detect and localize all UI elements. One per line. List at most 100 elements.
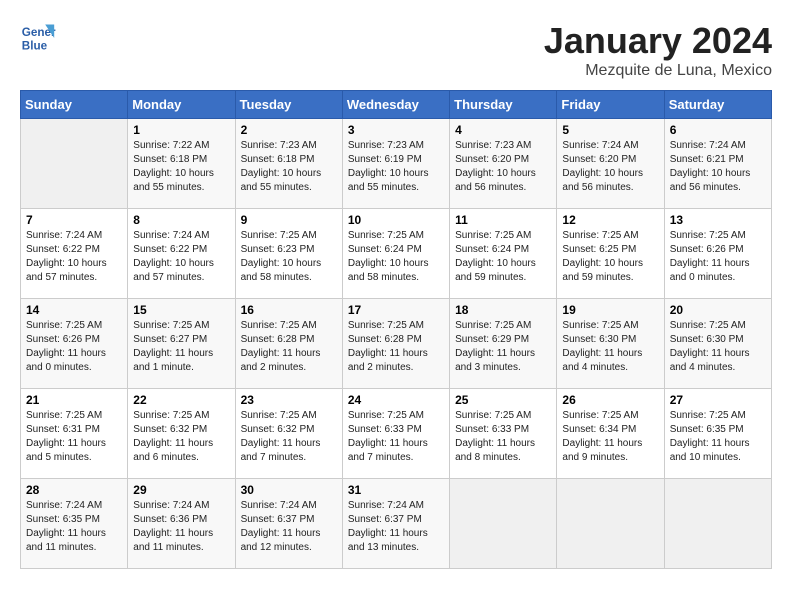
day-info: Sunrise: 7:25 AM Sunset: 6:35 PM Dayligh… (670, 409, 766, 465)
day-info: Sunrise: 7:23 AM Sunset: 6:18 PM Dayligh… (241, 139, 337, 195)
week-row: 7 Sunrise: 7:24 AM Sunset: 6:22 PM Daylig… (21, 209, 772, 299)
day-info: Sunrise: 7:23 AM Sunset: 6:20 PM Dayligh… (455, 139, 551, 195)
day-info: Sunrise: 7:25 AM Sunset: 6:33 PM Dayligh… (348, 409, 444, 465)
calendar-cell: 9Sunrise: 7:25 AM Sunset: 6:23 PM Daylig… (235, 209, 342, 299)
column-header-friday: Friday (557, 91, 664, 119)
calendar-cell: 24 Sunrise: 7:25 AM Sunset: 6:33 PM Dayli… (342, 389, 449, 479)
week-row: 14 Sunrise: 7:25 AM Sunset: 6:26 PM Dayli… (21, 299, 772, 389)
day-number: 10 (348, 213, 444, 227)
calendar-cell: 12 Sunrise: 7:25 AM Sunset: 6:25 PM Dayli… (557, 209, 664, 299)
week-row: 21 Sunrise: 7:25 AM Sunset: 6:31 PM Dayli… (21, 389, 772, 479)
day-info: Sunrise: 7:24 AM Sunset: 6:21 PM Dayligh… (670, 139, 766, 195)
day-info: Sunrise: 7:25 AM Sunset: 6:30 PM Dayligh… (562, 319, 658, 375)
calendar-table: SundayMondayTuesdayWednesdayThursdayFrid… (20, 90, 772, 569)
day-info: Sunrise: 7:25 AM Sunset: 6:29 PM Dayligh… (455, 319, 551, 375)
calendar-cell: 5 Sunrise: 7:24 AM Sunset: 6:20 PM Daylig… (557, 119, 664, 209)
calendar-cell: 3 Sunrise: 7:23 AM Sunset: 6:19 PM Daylig… (342, 119, 449, 209)
calendar-cell: 7 Sunrise: 7:24 AM Sunset: 6:22 PM Daylig… (21, 209, 128, 299)
day-info: Sunrise: 7:25 AM Sunset: 6:32 PM Dayligh… (241, 409, 337, 465)
calendar-subtitle: Mezquite de Luna, Mexico (544, 62, 772, 80)
day-number: 25 (455, 393, 551, 407)
day-number: 27 (670, 393, 766, 407)
day-info: Sunrise: 7:24 AM Sunset: 6:37 PM Dayligh… (348, 499, 444, 555)
calendar-cell: 23 Sunrise: 7:25 AM Sunset: 6:32 PM Dayli… (235, 389, 342, 479)
day-number: 17 (348, 303, 444, 317)
day-info: Sunrise: 7:24 AM Sunset: 6:37 PM Dayligh… (241, 499, 337, 555)
calendar-cell: 8Sunrise: 7:24 AM Sunset: 6:22 PM Daylig… (128, 209, 235, 299)
day-number: 19 (562, 303, 658, 317)
day-info: Sunrise: 7:24 AM Sunset: 6:36 PM Dayligh… (133, 499, 229, 555)
calendar-cell: 18 Sunrise: 7:25 AM Sunset: 6:29 PM Dayli… (450, 299, 557, 389)
day-number: 22 (133, 393, 229, 407)
calendar-cell: 2 Sunrise: 7:23 AM Sunset: 6:18 PM Daylig… (235, 119, 342, 209)
day-number: 31 (348, 483, 444, 497)
day-number: 6 (670, 123, 766, 137)
day-info: Sunrise: 7:25 AM Sunset: 6:25 PM Dayligh… (562, 229, 658, 285)
day-number: 23 (241, 393, 337, 407)
day-number: 5 (562, 123, 658, 137)
day-number: 3 (348, 123, 444, 137)
calendar-cell: 14 Sunrise: 7:25 AM Sunset: 6:26 PM Dayli… (21, 299, 128, 389)
column-header-monday: Monday (128, 91, 235, 119)
day-number: 28 (26, 483, 122, 497)
column-header-thursday: Thursday (450, 91, 557, 119)
day-number: 1 (133, 123, 229, 137)
calendar-cell: 20Sunrise: 7:25 AM Sunset: 6:30 PM Dayli… (664, 299, 771, 389)
calendar-cell: 28 Sunrise: 7:24 AM Sunset: 6:35 PM Dayli… (21, 479, 128, 569)
day-info: Sunrise: 7:24 AM Sunset: 6:20 PM Dayligh… (562, 139, 658, 195)
calendar-cell: 15Sunrise: 7:25 AM Sunset: 6:27 PM Dayli… (128, 299, 235, 389)
day-info: Sunrise: 7:25 AM Sunset: 6:23 PM Dayligh… (241, 229, 337, 285)
calendar-cell (450, 479, 557, 569)
day-info: Sunrise: 7:25 AM Sunset: 6:33 PM Dayligh… (455, 409, 551, 465)
day-number: 12 (562, 213, 658, 227)
logo-icon: General Blue (20, 20, 56, 56)
day-info: Sunrise: 7:23 AM Sunset: 6:19 PM Dayligh… (348, 139, 444, 195)
day-number: 2 (241, 123, 337, 137)
day-info: Sunrise: 7:24 AM Sunset: 6:22 PM Dayligh… (133, 229, 229, 285)
day-number: 29 (133, 483, 229, 497)
column-header-tuesday: Tuesday (235, 91, 342, 119)
day-number: 4 (455, 123, 551, 137)
day-number: 14 (26, 303, 122, 317)
day-number: 13 (670, 213, 766, 227)
calendar-title: January 2024 (544, 20, 772, 62)
calendar-cell: 29 Sunrise: 7:24 AM Sunset: 6:36 PM Dayli… (128, 479, 235, 569)
calendar-cell: 11 Sunrise: 7:25 AM Sunset: 6:24 PM Dayli… (450, 209, 557, 299)
calendar-cell: 17 Sunrise: 7:25 AM Sunset: 6:28 PM Dayli… (342, 299, 449, 389)
calendar-cell: 19 Sunrise: 7:25 AM Sunset: 6:30 PM Dayli… (557, 299, 664, 389)
day-info: Sunrise: 7:25 AM Sunset: 6:28 PM Dayligh… (348, 319, 444, 375)
day-info: Sunrise: 7:25 AM Sunset: 6:26 PM Dayligh… (670, 229, 766, 285)
day-info: Sunrise: 7:24 AM Sunset: 6:35 PM Dayligh… (26, 499, 122, 555)
day-number: 7 (26, 213, 122, 227)
calendar-cell: 30 Sunrise: 7:24 AM Sunset: 6:37 PM Dayli… (235, 479, 342, 569)
calendar-cell: 13 Sunrise: 7:25 AM Sunset: 6:26 PM Dayli… (664, 209, 771, 299)
calendar-cell: 22 Sunrise: 7:25 AM Sunset: 6:32 PM Dayli… (128, 389, 235, 479)
day-number: 20 (670, 303, 766, 317)
day-info: Sunrise: 7:25 AM Sunset: 6:28 PM Dayligh… (241, 319, 337, 375)
day-info: Sunrise: 7:25 AM Sunset: 6:32 PM Dayligh… (133, 409, 229, 465)
day-info: Sunrise: 7:25 AM Sunset: 6:24 PM Dayligh… (455, 229, 551, 285)
calendar-cell (664, 479, 771, 569)
day-number: 21 (26, 393, 122, 407)
calendar-cell: 16Sunrise: 7:25 AM Sunset: 6:28 PM Dayli… (235, 299, 342, 389)
calendar-cell: 25 Sunrise: 7:25 AM Sunset: 6:33 PM Dayli… (450, 389, 557, 479)
day-number: 30 (241, 483, 337, 497)
day-info: Sunrise: 7:25 AM Sunset: 6:27 PM Dayligh… (133, 319, 229, 375)
day-number: 18 (455, 303, 551, 317)
day-info: Sunrise: 7:25 AM Sunset: 6:24 PM Dayligh… (348, 229, 444, 285)
day-number: 11 (455, 213, 551, 227)
calendar-cell: 31 Sunrise: 7:24 AM Sunset: 6:37 PM Dayli… (342, 479, 449, 569)
week-row: 28 Sunrise: 7:24 AM Sunset: 6:35 PM Dayli… (21, 479, 772, 569)
day-number: 24 (348, 393, 444, 407)
day-info: Sunrise: 7:24 AM Sunset: 6:22 PM Dayligh… (26, 229, 122, 285)
header-row: SundayMondayTuesdayWednesdayThursdayFrid… (21, 91, 772, 119)
day-info: Sunrise: 7:25 AM Sunset: 6:31 PM Dayligh… (26, 409, 122, 465)
column-header-wednesday: Wednesday (342, 91, 449, 119)
day-info: Sunrise: 7:25 AM Sunset: 6:26 PM Dayligh… (26, 319, 122, 375)
calendar-cell: 6 Sunrise: 7:24 AM Sunset: 6:21 PM Daylig… (664, 119, 771, 209)
logo: General Blue (20, 20, 56, 56)
calendar-cell (21, 119, 128, 209)
calendar-cell: 26Sunrise: 7:25 AM Sunset: 6:34 PM Dayli… (557, 389, 664, 479)
page-header: General Blue January 2024 Mezquite de Lu… (20, 20, 772, 80)
column-header-saturday: Saturday (664, 91, 771, 119)
